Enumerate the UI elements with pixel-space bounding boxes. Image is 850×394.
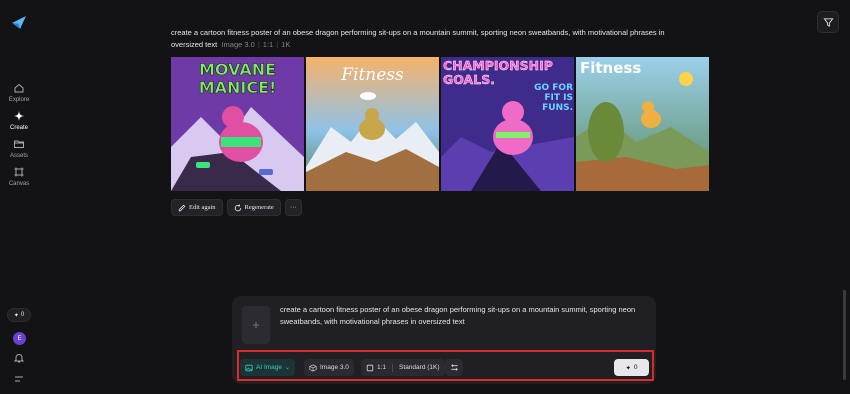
home-icon	[14, 83, 24, 93]
prompt-composer: + create a cartoon fitness poster of an …	[232, 296, 656, 384]
image-title: MANICE!	[198, 78, 277, 97]
app-logo-icon[interactable]	[11, 14, 27, 30]
generate-button[interactable]: ✦ 0	[614, 359, 649, 376]
generated-images: MOVANE MANICE! Fitness CHAMPIONSHIP GOAL…	[171, 57, 709, 191]
more-options-button[interactable]: ···	[284, 199, 302, 216]
refresh-icon	[234, 204, 241, 211]
plus-icon: +	[252, 318, 260, 332]
image-side-text: GO FOR FIT IS FUNS.	[534, 83, 573, 113]
sidebar-item-assets[interactable]: Assets	[0, 138, 38, 160]
generated-image-3[interactable]: CHAMPIONSHIP GOALS. GO FOR FIT IS FUNS.	[441, 57, 574, 191]
sliders-icon	[450, 364, 458, 371]
generation-prompt: create a cartoon fitness poster of an ob…	[171, 27, 691, 51]
edit-icon	[178, 204, 186, 211]
sidebar-item-label: Explore	[8, 97, 30, 103]
sidebar-item-create[interactable]: Create	[0, 110, 38, 132]
image-title: MOVANE	[198, 60, 277, 79]
cube-icon	[309, 363, 317, 372]
credits-badge[interactable]: ✦ 0	[7, 308, 31, 322]
upload-reference-button[interactable]: +	[242, 306, 270, 344]
settings-button[interactable]	[445, 359, 463, 376]
prompt-input[interactable]: create a cartoon fitness poster of an ob…	[280, 304, 640, 328]
sidebar-item-label: Assets	[9, 153, 28, 159]
folder-icon	[14, 140, 24, 148]
divider	[392, 363, 394, 372]
sparkle-icon	[14, 111, 24, 121]
image-actions: Edit again Regenerate ···	[171, 199, 302, 216]
filter-icon	[822, 17, 834, 27]
regenerate-button[interactable]: Regenerate	[226, 199, 281, 216]
chevron-down-icon: ⌄	[285, 365, 291, 371]
avatar[interactable]: E	[13, 332, 26, 345]
edit-again-button[interactable]: Edit again	[171, 199, 223, 216]
model-label: Image 3.0	[221, 40, 255, 49]
bell-icon[interactable]	[13, 352, 25, 364]
generated-image-2[interactable]: Fitness	[306, 57, 439, 191]
sidebar-item-explore[interactable]: Explore	[0, 82, 38, 104]
sidebar-item-label: Canvas	[8, 181, 30, 187]
prompt-meta: Image 3.0 | 1:1 | 1K	[221, 40, 291, 49]
ratio-quality-button[interactable]: 1:1 Standard (1K)	[361, 359, 445, 376]
mode-dropdown[interactable]: AI Image ⌄	[240, 359, 296, 376]
ratio-label: 1:1	[262, 40, 274, 49]
image-title: CHAMPIONSHIP	[443, 58, 553, 73]
sidebar-item-canvas[interactable]: Canvas	[0, 166, 38, 188]
more-icon: ···	[290, 204, 297, 211]
menu-icon[interactable]	[13, 373, 25, 385]
generated-image-1[interactable]: MOVANE MANICE!	[171, 57, 304, 191]
filter-button[interactable]	[817, 11, 839, 33]
generated-image-4[interactable]: Fitness	[576, 57, 709, 191]
sparkle-icon: ✦	[625, 364, 631, 372]
left-sidebar: Explore Create Assets Canvas ✦ 0 E	[0, 0, 38, 394]
sidebar-item-label: Create	[9, 125, 28, 131]
sparkle-icon: ✦	[13, 312, 19, 319]
canvas-icon	[14, 167, 24, 177]
resolution-label: 1K	[281, 40, 291, 49]
square-icon	[366, 364, 374, 371]
image-title: Fitness	[580, 59, 642, 77]
composer-toolbar-highlight: AI Image ⌄ Image 3.0 1:1 Standard (1K) ✦…	[237, 350, 654, 381]
image-icon	[245, 364, 253, 371]
model-select-button[interactable]: Image 3.0	[304, 359, 354, 376]
scrollbar[interactable]	[843, 290, 846, 380]
image-title: Fitness	[341, 65, 404, 85]
